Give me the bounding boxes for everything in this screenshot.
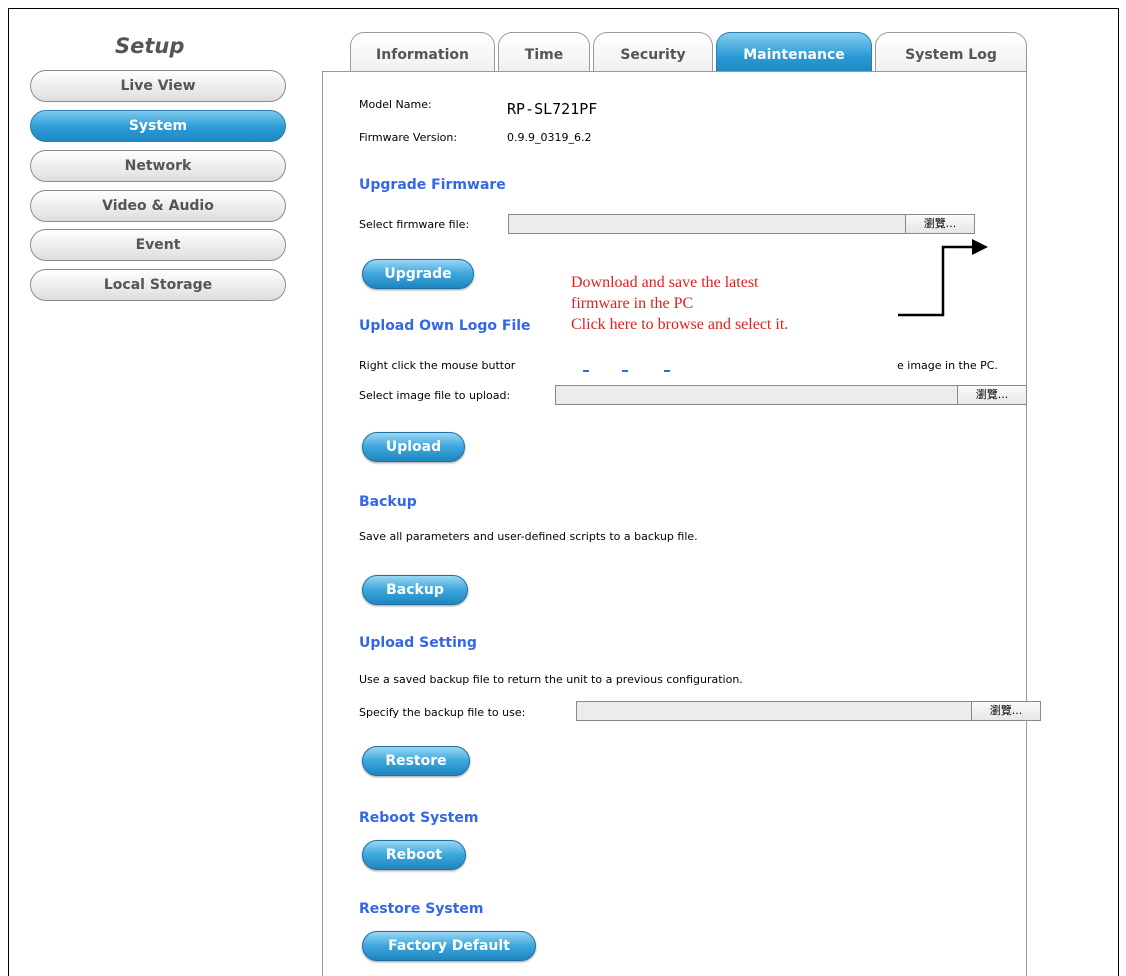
factory-default-button[interactable]: Factory Default bbox=[362, 931, 536, 961]
tab-security[interactable]: Security bbox=[593, 32, 713, 72]
tab-maintenance[interactable]: Maintenance bbox=[716, 32, 872, 72]
tab-system-log[interactable]: System Log bbox=[875, 32, 1027, 72]
sidebar-item-system[interactable]: System bbox=[30, 110, 286, 142]
restore-button[interactable]: Restore bbox=[362, 746, 470, 776]
upload-button[interactable]: Upload bbox=[362, 432, 465, 462]
upload-setting-heading: Upload Setting bbox=[359, 635, 477, 651]
hint-overlap-mark bbox=[622, 370, 628, 372]
backup-file-input[interactable] bbox=[576, 701, 972, 721]
model-name-value: RP-SL721PF bbox=[507, 100, 598, 118]
firmware-version-label: Firmware Version: bbox=[359, 131, 458, 144]
reboot-button[interactable]: Reboot bbox=[362, 840, 466, 870]
logo-hint-right: e image in the PC. bbox=[897, 359, 998, 372]
logo-file-input[interactable] bbox=[555, 385, 958, 405]
backup-button[interactable]: Backup bbox=[362, 575, 468, 605]
reboot-system-heading: Reboot System bbox=[359, 810, 479, 826]
sidebar-item-network[interactable]: Network bbox=[30, 150, 286, 182]
sidebar-item-local-storage[interactable]: Local Storage bbox=[30, 269, 286, 301]
hint-overlap-mark bbox=[664, 370, 670, 372]
annotation-line-1: Download and save the latest bbox=[571, 274, 759, 291]
firmware-file-input[interactable] bbox=[508, 214, 906, 234]
specify-backup-label: Specify the backup file to use: bbox=[359, 706, 526, 719]
upload-setting-description: Use a saved backup file to return the un… bbox=[359, 673, 743, 686]
tab-information[interactable]: Information bbox=[350, 32, 495, 72]
backup-description: Save all parameters and user-defined scr… bbox=[359, 530, 698, 543]
hint-overlap-mark bbox=[583, 370, 589, 372]
upgrade-firmware-heading: Upgrade Firmware bbox=[359, 177, 506, 193]
upload-logo-heading: Upload Own Logo File bbox=[359, 318, 531, 334]
backup-heading: Backup bbox=[359, 494, 417, 510]
logo-browse-button[interactable]: 瀏覽... bbox=[957, 385, 1027, 405]
annotation-line-2: firmware in the PC bbox=[571, 295, 694, 312]
sidebar-item-event[interactable]: Event bbox=[30, 229, 286, 261]
annotation-line-3: Click here to browse and select it. bbox=[571, 316, 789, 333]
restore-system-heading: Restore System bbox=[359, 901, 484, 917]
backup-browse-button[interactable]: 瀏覽... bbox=[971, 701, 1041, 721]
setup-title: Setup bbox=[115, 34, 185, 58]
sidebar-item-live-view[interactable]: Live View bbox=[30, 70, 286, 102]
upgrade-button[interactable]: Upgrade bbox=[362, 259, 474, 289]
logo-hint-left: Right click the mouse buttor bbox=[359, 359, 516, 372]
select-firmware-label: Select firmware file: bbox=[359, 218, 470, 231]
tab-time[interactable]: Time bbox=[498, 32, 590, 72]
firmware-version-value: 0.9.9_0319_6.2 bbox=[507, 131, 592, 144]
sidebar-item-video-audio[interactable]: Video & Audio bbox=[30, 190, 286, 222]
model-name-label: Model Name: bbox=[359, 98, 432, 111]
select-image-label: Select image file to upload: bbox=[359, 389, 511, 402]
annotation-arrow-icon bbox=[898, 239, 988, 317]
